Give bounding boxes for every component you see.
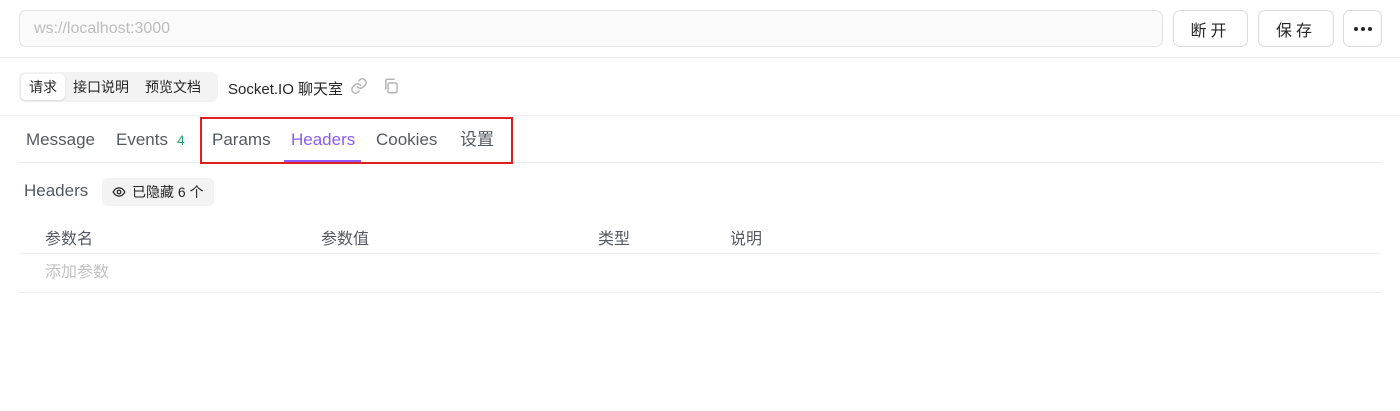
tab-message-label: Message [26, 130, 95, 149]
column-description: 说明 [730, 231, 763, 248]
more-horizontal-icon [1353, 26, 1372, 31]
segment-preview-doc[interactable]: 预览文档 [137, 74, 209, 100]
top-toolbar: 断开 保存 [0, 0, 1400, 58]
doc-subbar: 请求 接口说明 预览文档 Socket.IO 聊天室 [0, 58, 1400, 116]
save-button[interactable]: 保存 [1258, 10, 1334, 47]
table-row [19, 254, 1381, 293]
add-param-input[interactable] [45, 264, 305, 282]
link-icon[interactable] [350, 77, 368, 95]
params-table-header: 参数名 参数值 类型 说明 [19, 216, 1381, 254]
view-segmented-control: 请求 接口说明 预览文档 [19, 72, 218, 102]
column-param-value: 参数值 [321, 231, 370, 248]
segment-request[interactable]: 请求 [21, 74, 65, 100]
tab-events[interactable]: Events 4 [116, 116, 185, 163]
annotation-highlight-box [200, 117, 513, 164]
doc-title: Socket.IO 聊天室 [228, 81, 344, 98]
eye-icon [112, 187, 126, 197]
column-param-name: 参数名 [45, 231, 94, 248]
tab-events-label: Events [116, 130, 168, 149]
events-count-badge: 4 [176, 132, 185, 148]
hidden-headers-text: 已隐藏 6 个 [132, 184, 204, 200]
more-button[interactable] [1343, 10, 1382, 47]
tab-message[interactable]: Message [26, 116, 95, 163]
url-input[interactable] [19, 10, 1163, 47]
column-type: 类型 [598, 231, 631, 248]
segment-api-description[interactable]: 接口说明 [65, 74, 137, 100]
hidden-headers-toggle[interactable]: 已隐藏 6 个 [102, 178, 214, 206]
disconnect-button[interactable]: 断开 [1173, 10, 1248, 47]
headers-section-label: Headers [24, 181, 89, 200]
copy-icon[interactable] [382, 77, 400, 95]
